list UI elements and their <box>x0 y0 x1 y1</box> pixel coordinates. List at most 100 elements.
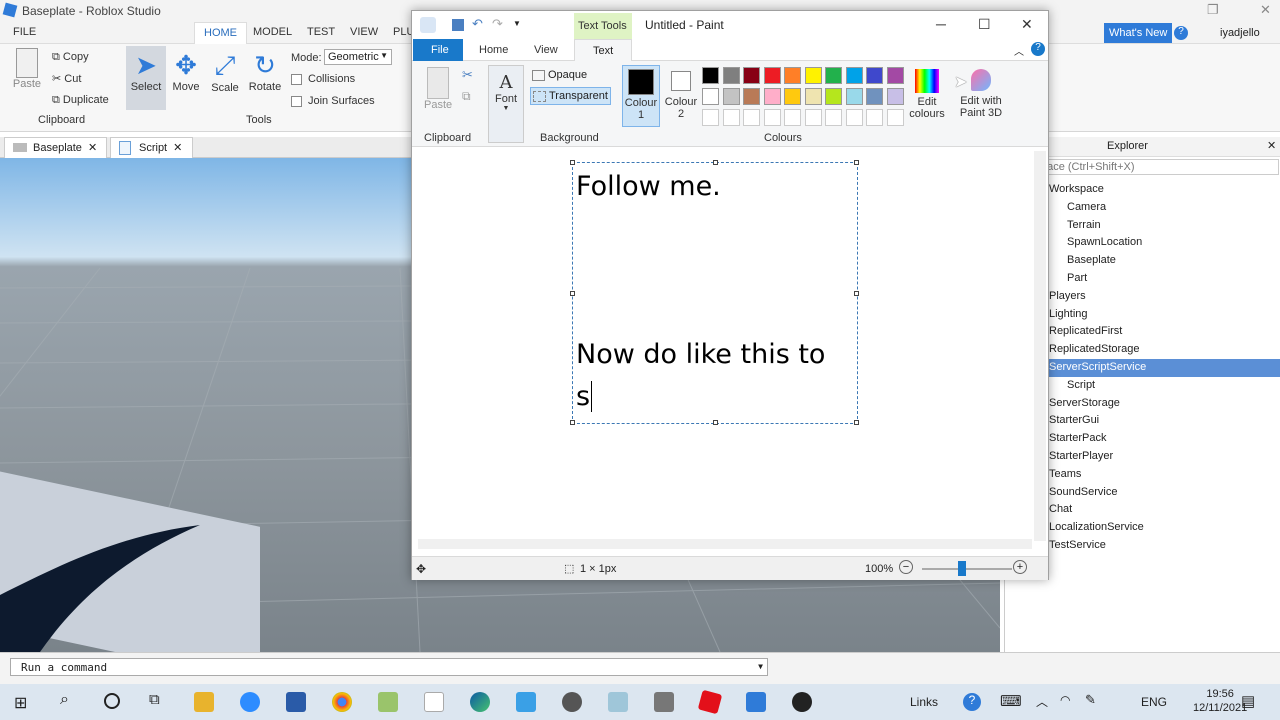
colour-swatch[interactable] <box>763 109 781 126</box>
colour-swatch[interactable] <box>763 88 781 105</box>
command-input[interactable]: Run a command ▼ <box>10 658 768 676</box>
resize-handle[interactable] <box>570 291 575 296</box>
collapse-ribbon-icon[interactable]: ︿ <box>1014 43 1024 58</box>
colour-swatch[interactable] <box>722 67 740 84</box>
colour-swatch[interactable] <box>784 67 801 84</box>
copy-icon[interactable]: ⧉ <box>462 89 471 104</box>
close-icon[interactable]: ✕ <box>88 142 97 154</box>
zoom-icon[interactable] <box>240 692 260 712</box>
colour-swatch[interactable] <box>722 109 740 126</box>
edit-colours-button[interactable]: Edit colours <box>906 69 948 120</box>
colour-swatch[interactable] <box>866 67 883 84</box>
restore-icon[interactable]: ❐ <box>1207 2 1219 18</box>
whats-new-button[interactable]: What's New <box>1104 23 1173 43</box>
file-explorer-icon[interactable] <box>194 692 214 712</box>
select-button[interactable]: ➤ Select <box>126 46 166 110</box>
colour-swatch[interactable] <box>722 88 740 105</box>
zoom-out-icon[interactable]: − <box>899 560 913 574</box>
colour-swatch[interactable] <box>886 109 904 126</box>
store-icon[interactable] <box>286 692 306 712</box>
colour-swatch[interactable] <box>702 109 719 126</box>
help-icon[interactable]: ? <box>1031 42 1045 56</box>
notifications-icon[interactable]: ▤ <box>1241 692 1255 710</box>
colour-swatch[interactable] <box>702 67 719 84</box>
keyboard-icon[interactable]: ⌨ <box>1000 692 1022 710</box>
move-button[interactable]: ✥ Move <box>170 50 202 93</box>
search-icon[interactable]: ⌕ <box>60 691 69 709</box>
colour-swatch[interactable] <box>702 88 719 105</box>
duplicate-button[interactable]: ⧉ Duplicate <box>52 94 109 107</box>
minimize-icon[interactable]: ─ <box>936 16 946 32</box>
tab-file[interactable]: File <box>413 39 463 61</box>
tab-home[interactable]: Home <box>479 44 508 56</box>
resize-handle[interactable] <box>570 420 575 425</box>
colour-swatch[interactable] <box>866 109 883 126</box>
text-box[interactable]: Follow me. Now do like this to s <box>570 160 859 425</box>
start-windows-icon[interactable]: ⊞ <box>14 693 27 713</box>
photos-icon[interactable] <box>516 692 536 712</box>
pen-icon[interactable]: ✎ <box>1085 692 1096 708</box>
colour1-button[interactable]: Colour 1 <box>622 65 660 127</box>
collisions-checkbox[interactable] <box>291 74 302 85</box>
transparent-option[interactable]: Transparent <box>530 87 611 105</box>
close-icon[interactable]: ✕ <box>1260 2 1271 18</box>
tab-text[interactable]: Text <box>574 39 632 62</box>
colour-swatch[interactable] <box>825 67 842 84</box>
close-icon[interactable]: ✕ <box>173 142 182 154</box>
tab-file[interactable]: FILE <box>13 26 36 38</box>
clock[interactable]: 19:56 12/11/2021 <box>1193 687 1247 715</box>
colour-swatch[interactable] <box>866 88 883 105</box>
colour-swatch[interactable] <box>804 109 822 126</box>
tab-view[interactable]: View <box>534 44 558 56</box>
calculator-icon[interactable] <box>654 692 674 712</box>
tab-baseplate[interactable]: Baseplate ✕ <box>4 137 107 158</box>
horizontal-scrollbar[interactable] <box>418 539 1032 549</box>
paste-button[interactable]: Paste <box>424 67 452 111</box>
colour2-button[interactable]: Colour 2 <box>662 65 700 120</box>
save-icon[interactable] <box>452 19 464 31</box>
user-name[interactable]: iyadjello <box>1220 27 1260 39</box>
scale-button[interactable]: ⤢ Scale <box>209 50 241 94</box>
quick-access-chevron-icon[interactable]: ▼ <box>513 19 521 28</box>
notepad-icon[interactable] <box>424 692 444 712</box>
chrome-icon[interactable] <box>332 692 352 712</box>
zoom-slider-thumb[interactable] <box>958 561 966 576</box>
redo-icon[interactable]: ↷ <box>492 16 503 32</box>
colour-swatch[interactable] <box>743 109 760 126</box>
obs-icon[interactable] <box>792 692 812 712</box>
colour-swatch[interactable] <box>804 88 822 105</box>
edge-icon[interactable] <box>470 692 490 712</box>
join-surfaces-checkbox[interactable] <box>291 96 302 107</box>
roblox-studio-icon[interactable] <box>746 692 766 712</box>
tab-home[interactable]: HOME <box>194 22 247 44</box>
scissors-icon[interactable]: ✂ <box>462 67 473 83</box>
settings-gear-icon[interactable] <box>562 692 582 712</box>
colour-swatch[interactable] <box>825 109 842 126</box>
copy-button[interactable]: ⧉ Copy <box>52 51 89 64</box>
resize-handle[interactable] <box>854 420 859 425</box>
colour-swatch[interactable] <box>743 67 760 84</box>
maximize-icon[interactable]: ☐ <box>978 16 991 33</box>
colour-swatch[interactable] <box>804 67 822 84</box>
tab-model[interactable]: MODEL <box>253 26 292 38</box>
close-icon[interactable]: ✕ <box>1021 16 1033 33</box>
language-indicator[interactable]: ENG <box>1141 695 1167 709</box>
colour-swatch[interactable] <box>886 88 904 105</box>
close-icon[interactable]: ✕ <box>1267 139 1276 152</box>
font-button[interactable]: A Font ▼ <box>488 65 524 143</box>
undo-icon[interactable]: ↶ <box>472 16 483 32</box>
colour-swatch[interactable] <box>784 109 801 126</box>
paint-canvas[interactable]: Follow me. Now do like this to s <box>412 147 1032 533</box>
resize-handle[interactable] <box>570 160 575 165</box>
resize-handle[interactable] <box>713 420 718 425</box>
colour-swatch[interactable] <box>845 88 863 105</box>
tab-script[interactable]: Script ✕ <box>110 137 193 158</box>
cortana-icon[interactable] <box>104 693 120 709</box>
resize-handle[interactable] <box>713 160 718 165</box>
wifi-icon[interactable]: ◠ <box>1060 693 1070 707</box>
help-icon[interactable]: ? <box>963 693 981 711</box>
mode-dropdown[interactable]: Geometric ▼ <box>324 49 392 65</box>
colour-swatch[interactable] <box>743 88 760 105</box>
colour-swatch[interactable] <box>845 67 863 84</box>
links-toolbar[interactable]: Links <box>910 695 938 709</box>
